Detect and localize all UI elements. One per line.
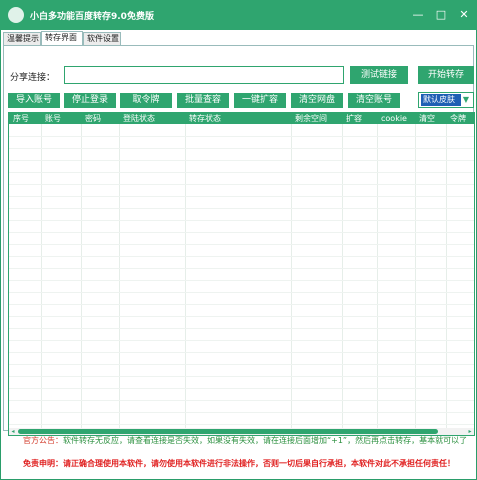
get-token-button[interactable]: 取令牌 [120, 93, 172, 108]
grid-row-divider [9, 196, 474, 197]
notice-text: 软件转存无反应，请查看连接是否失效，如果没有失效，请在连接后面增加“+1”，然后… [63, 436, 468, 445]
grid-row-divider [9, 364, 474, 365]
grid-column-divider [415, 124, 416, 429]
grid-row-divider [9, 208, 474, 209]
stop-login-button[interactable]: 停止登录 [64, 93, 116, 108]
grid-row-divider [9, 292, 474, 293]
grid-column-divider [377, 124, 378, 429]
col-header-expand[interactable]: 扩容 [346, 113, 362, 124]
tab-tips[interactable]: 温馨提示 [3, 32, 41, 46]
horizontal-scrollbar[interactable]: ◂ ▸ [9, 428, 474, 435]
grid-row-divider [9, 148, 474, 149]
skin-select[interactable]: 默认皮肤 ▼ [418, 92, 474, 108]
start-transfer-button[interactable]: 开始转存 [418, 66, 474, 84]
grid-row-divider [9, 304, 474, 305]
grid-row-divider [9, 412, 474, 413]
grid-column-divider [119, 124, 120, 429]
col-header-clear[interactable]: 清空 [419, 113, 435, 124]
share-link-label: 分享连接： [10, 73, 56, 83]
scroll-thumb[interactable] [18, 429, 438, 434]
grid-column-divider [41, 124, 42, 429]
grid-column-divider [342, 124, 343, 429]
grid-row-divider [9, 376, 474, 377]
grid-column-divider [81, 124, 82, 429]
scroll-right-icon[interactable]: ▸ [466, 428, 474, 435]
clear-accounts-button[interactable]: 清空账号 [348, 93, 400, 108]
skin-select-value: 默认皮肤 [421, 94, 461, 106]
col-header-transfer[interactable]: 转存状态 [189, 113, 221, 124]
col-header-password[interactable]: 密码 [85, 113, 101, 124]
col-header-login[interactable]: 登陆状态 [123, 113, 155, 124]
tab-settings[interactable]: 软件设置 [83, 32, 121, 46]
maximize-button[interactable]: □ [432, 6, 450, 24]
grid-row-divider [9, 340, 474, 341]
grid-row-divider [9, 172, 474, 173]
grid-row-divider [9, 352, 474, 353]
window-client: 温馨提示 转存界面 软件设置 分享连接： 测试链接 开始转存 导入账号 停止登录… [1, 30, 476, 479]
table-header: 序号 账号 密码 登陆状态 转存状态 剩余空间 扩容 cookie 清空 令牌 [9, 113, 474, 124]
minimize-button[interactable]: — [409, 6, 427, 24]
title-bar: 小白多功能百度转存9.0免费版 — □ ✕ [0, 0, 477, 30]
grid-row-divider [9, 424, 474, 425]
grid-column-divider [185, 124, 186, 429]
grid-row-divider [9, 388, 474, 389]
window-title: 小白多功能百度转存9.0免费版 [30, 12, 154, 22]
notice-label: 官方公告： [23, 436, 63, 445]
grid-row-divider [9, 232, 474, 233]
col-header-token[interactable]: 令牌 [450, 113, 466, 124]
test-link-button[interactable]: 测试链接 [350, 66, 408, 84]
batch-check-button[interactable]: 批量查容 [177, 93, 229, 108]
col-header-cookie[interactable]: cookie [381, 113, 407, 124]
grid-row-divider [9, 400, 474, 401]
close-button[interactable]: ✕ [455, 6, 473, 24]
disclaimer-text: 免责申明：请正确合理使用本软件，请勿使用本软件进行非法操作，否则一切后果自行承担… [23, 459, 455, 468]
grid-column-divider [446, 124, 447, 429]
grid-row-divider [9, 136, 474, 137]
col-header-account[interactable]: 账号 [45, 113, 61, 124]
grid-row-divider [9, 160, 474, 161]
share-link-input[interactable] [64, 66, 344, 84]
grid-row-divider [9, 256, 474, 257]
grid-row-divider [9, 316, 474, 317]
transfer-panel: 分享连接： 测试链接 开始转存 导入账号 停止登录 取令牌 批量查容 一键扩容 … [3, 45, 475, 436]
grid-row-divider [9, 328, 474, 329]
col-header-index[interactable]: 序号 [13, 113, 29, 124]
one-click-expand-button[interactable]: 一键扩容 [234, 93, 286, 108]
grid-row-divider [9, 220, 474, 221]
grid-column-divider [291, 124, 292, 429]
grid-row-divider [9, 244, 474, 245]
grid-row-divider [9, 268, 474, 269]
import-accounts-button[interactable]: 导入账号 [8, 93, 60, 108]
chevron-down-icon[interactable]: ▼ [460, 94, 472, 106]
clear-disk-button[interactable]: 清空网盘 [291, 93, 343, 108]
grid-row-divider [9, 280, 474, 281]
grid-row-divider [9, 184, 474, 185]
col-header-space[interactable]: 剩余空间 [295, 113, 327, 124]
account-table[interactable]: 序号 账号 密码 登陆状态 转存状态 剩余空间 扩容 cookie 清空 令牌 … [8, 112, 475, 436]
official-notice: 官方公告：软件转存无反应，请查看连接是否失效，如果没有失效，请在连接后面增加“+… [23, 435, 467, 446]
app-logo-icon [8, 7, 24, 23]
scroll-left-icon[interactable]: ◂ [9, 428, 17, 435]
tab-transfer[interactable]: 转存界面 [41, 31, 83, 46]
